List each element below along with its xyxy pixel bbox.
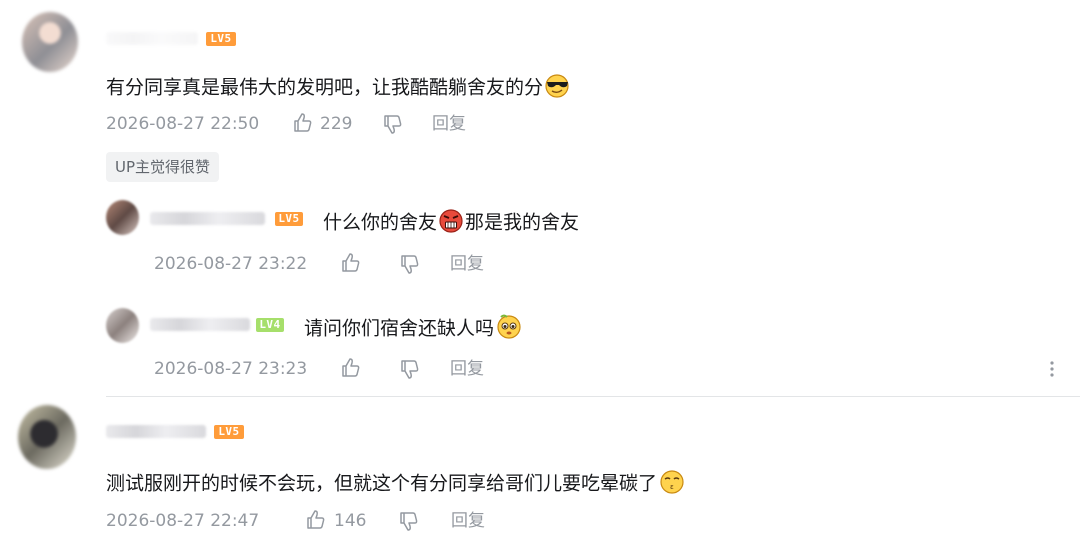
thumbs-up-icon[interactable]	[340, 357, 362, 379]
thumbs-down-icon[interactable]	[382, 113, 404, 135]
level-badge: LV5	[275, 212, 303, 226]
divider	[106, 396, 1080, 397]
reply-button[interactable]: 回复	[432, 113, 466, 135]
reply-text: 请问你们宿舍还缺人吗	[304, 313, 524, 345]
thumbs-up-icon[interactable]	[340, 252, 362, 274]
reply-text: 什么你的舍友 那是我的舍友	[323, 207, 579, 239]
thumbs-up-icon[interactable]	[292, 112, 314, 134]
username[interactable]	[150, 212, 265, 225]
comment-text: 测试服刚开的时候不会玩，但就这个有分同享给哥们儿要吃晕碳了 ε	[106, 468, 687, 500]
comment-time: 2026-08-27 22:47	[106, 511, 260, 531]
avatar[interactable]	[22, 12, 78, 72]
level-badge: LV5	[214, 425, 244, 439]
reply-button[interactable]: 回复	[450, 253, 484, 275]
username[interactable]	[150, 318, 250, 331]
thumbs-up-icon[interactable]	[305, 509, 327, 531]
comment-time: 2026-08-27 22:50	[106, 114, 260, 134]
reply-button[interactable]: 回复	[450, 358, 484, 380]
avatar[interactable]	[106, 200, 139, 235]
smug-face-emoji: ε	[657, 468, 687, 500]
thumbs-down-icon[interactable]	[399, 253, 421, 275]
level-badge: LV5	[206, 32, 236, 46]
reply-button[interactable]: 回复	[451, 510, 485, 532]
thumbs-down-icon[interactable]	[399, 358, 421, 380]
thumbs-down-icon[interactable]	[398, 510, 420, 532]
up-liked-badge: UP主觉得很赞	[106, 152, 220, 182]
username[interactable]	[106, 425, 206, 438]
pleading-face-emoji	[494, 313, 524, 345]
comment-text: 有分同享真是最伟大的发明吧，让我酷酷躺舍友的分	[106, 72, 573, 104]
avatar[interactable]	[106, 308, 139, 343]
level-badge: LV4	[256, 318, 284, 332]
more-options-icon[interactable]	[1046, 358, 1058, 380]
avatar[interactable]	[18, 405, 76, 469]
cool-face-emoji	[543, 72, 573, 104]
angry-face-emoji	[437, 207, 465, 239]
reply-time: 2026-08-27 23:23	[154, 359, 308, 379]
reply-time: 2026-08-27 23:22	[154, 254, 308, 274]
like-count: 229	[320, 114, 353, 134]
svg-text:ε: ε	[670, 483, 674, 491]
username[interactable]	[106, 32, 198, 45]
like-count: 146	[334, 511, 367, 531]
